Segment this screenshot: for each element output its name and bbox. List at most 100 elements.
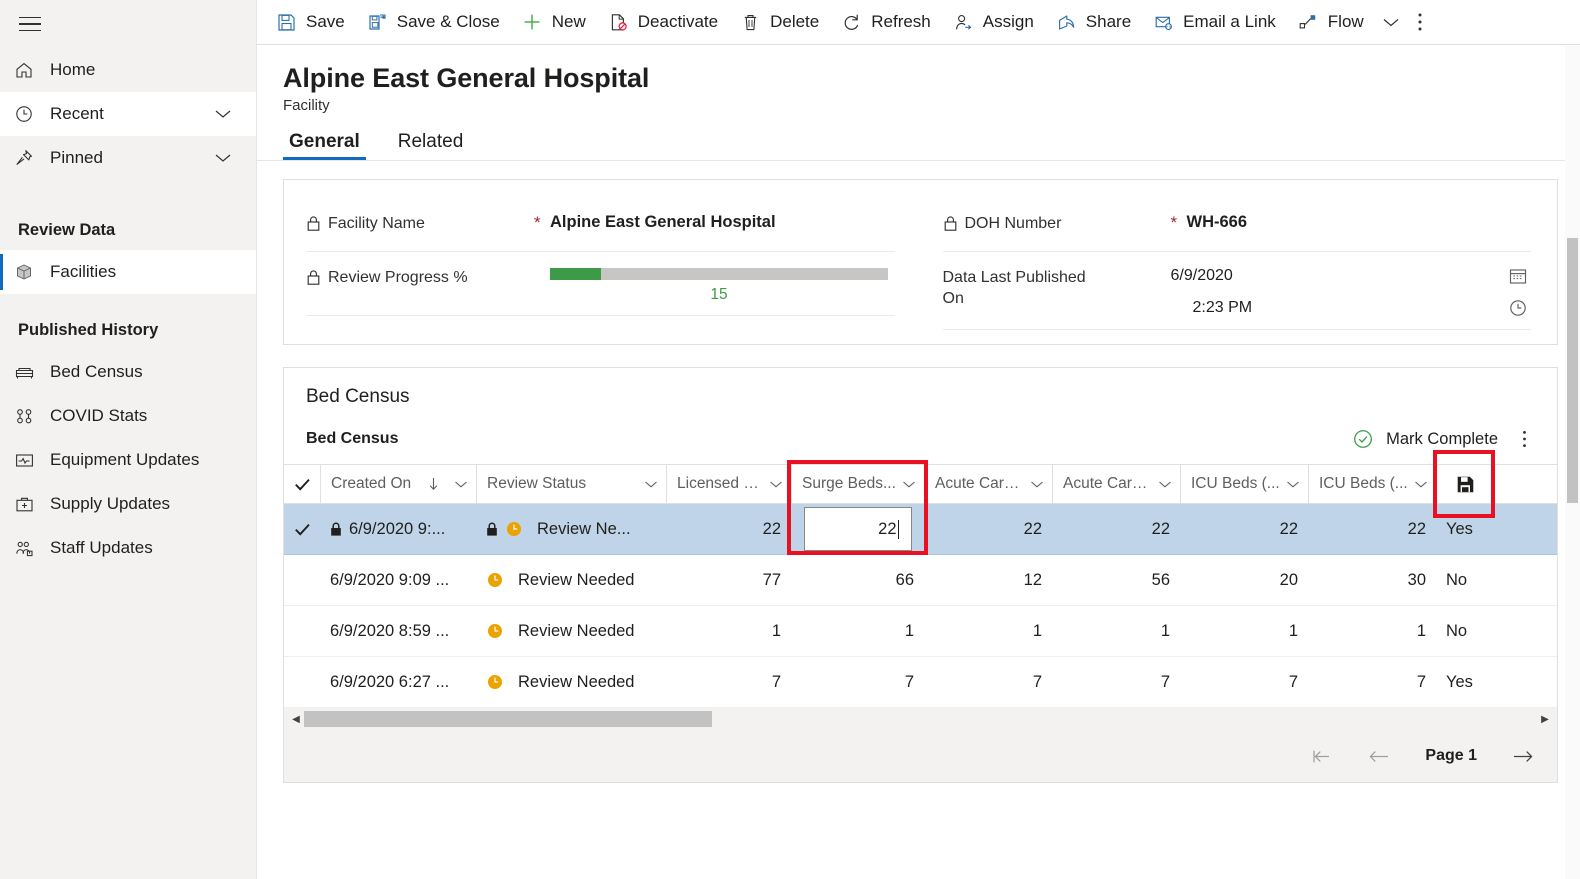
column-header-icu-beds-2[interactable]: ICU Beds (...	[1308, 464, 1436, 504]
doh-number-value[interactable]: WH-666	[1187, 208, 1532, 232]
chevron-down-icon[interactable]	[454, 480, 468, 489]
cell-licensed-beds[interactable]: 22	[666, 520, 791, 539]
command-bar-more-vertical-icon[interactable]	[1407, 0, 1439, 44]
facility-name-value[interactable]: Alpine East General Hospital	[550, 208, 895, 232]
published-date-value[interactable]: 6/9/2020	[1171, 267, 1506, 285]
cell-trailing[interactable]: No	[1436, 622, 1492, 641]
first-page-icon[interactable]	[1309, 748, 1333, 765]
cell-acute-care-1[interactable]: 1	[924, 622, 1052, 641]
cell-review-status[interactable]: Review Needed	[476, 571, 666, 590]
cell-surge-beds[interactable]: 66	[791, 571, 924, 590]
new-button[interactable]: New	[511, 0, 597, 44]
sidebar-item-recent[interactable]: Recent	[0, 92, 256, 136]
tab-related[interactable]: Related	[392, 131, 470, 160]
chevron-down-icon[interactable]	[1030, 480, 1044, 489]
cell-acute-care-2[interactable]: 22	[1052, 520, 1180, 539]
cell-created-on[interactable]: 6/9/2020 8:59 ...	[320, 622, 476, 641]
published-time-value[interactable]: 2:23 PM	[1171, 299, 1506, 317]
select-all-checkbox[interactable]	[284, 477, 320, 492]
chevron-down-icon[interactable]	[214, 108, 232, 120]
sidebar-item-covid-stats[interactable]: COVID Stats	[0, 394, 256, 438]
cell-icu-beds-1[interactable]: 7	[1180, 673, 1308, 692]
sidebar-item-home[interactable]: Home	[0, 48, 256, 92]
cell-acute-care-2[interactable]: 56	[1052, 571, 1180, 590]
sidebar-item-bed-census[interactable]: Bed Census	[0, 350, 256, 394]
vscroll-thumb[interactable]	[1567, 238, 1578, 503]
cell-acute-care-1[interactable]: 7	[924, 673, 1052, 692]
next-page-icon[interactable]	[1511, 748, 1535, 765]
page-vertical-scrollbar[interactable]	[1565, 46, 1580, 879]
cell-trailing[interactable]: No	[1436, 571, 1492, 590]
chevron-down-icon[interactable]	[1414, 480, 1428, 489]
table-row[interactable]: 6/9/2020 9:09 ... Review Needed 77 66 12…	[284, 555, 1557, 606]
cell-licensed-beds[interactable]: 7	[666, 673, 791, 692]
save-and-close-button[interactable]: Save & Close	[356, 0, 511, 44]
clock-icon[interactable]	[1505, 298, 1531, 318]
flow-button[interactable]: Flow	[1287, 0, 1375, 44]
cell-icu-beds-2[interactable]: 22	[1308, 520, 1436, 539]
chevron-down-icon[interactable]	[902, 480, 916, 489]
cell-icu-beds-1[interactable]: 20	[1180, 571, 1308, 590]
table-row[interactable]: 6/9/2020 6:27 ... Review Needed 7 7 7 7 …	[284, 657, 1557, 708]
cell-icu-beds-2[interactable]: 30	[1308, 571, 1436, 590]
email-a-link-button[interactable]: Email a Link	[1142, 0, 1287, 44]
flow-chevron-down-icon[interactable]	[1375, 0, 1407, 44]
cell-surge-beds-editor[interactable]: 22	[791, 507, 924, 551]
column-header-acute-care-2[interactable]: Acute Care ...	[1052, 464, 1180, 504]
cell-trailing[interactable]: Yes	[1436, 520, 1492, 539]
chevron-down-icon[interactable]	[1158, 480, 1172, 489]
site-map-menu-button[interactable]	[6, 0, 54, 48]
cell-icu-beds-1[interactable]: 22	[1180, 520, 1308, 539]
cell-icu-beds-2[interactable]: 7	[1308, 673, 1436, 692]
share-button[interactable]: Share	[1045, 0, 1142, 44]
cell-review-status[interactable]: Review Ne...	[476, 520, 666, 539]
cell-created-on[interactable]: 6/9/2020 9:09 ...	[320, 571, 476, 590]
cell-licensed-beds[interactable]: 1	[666, 622, 791, 641]
column-header-created-on[interactable]: Created On	[320, 464, 476, 504]
cell-surge-beds[interactable]: 7	[791, 673, 924, 692]
sidebar-item-pinned[interactable]: Pinned	[0, 136, 256, 180]
deactivate-button[interactable]: Deactivate	[597, 0, 729, 44]
assign-button[interactable]: Assign	[942, 0, 1045, 44]
refresh-button[interactable]: Refresh	[830, 0, 942, 44]
cell-created-on[interactable]: 6/9/2020 9:...	[320, 520, 476, 539]
save-button[interactable]: Save	[265, 0, 356, 44]
chevron-down-icon[interactable]	[214, 152, 232, 164]
cell-acute-care-2[interactable]: 1	[1052, 622, 1180, 641]
cell-licensed-beds[interactable]: 77	[666, 571, 791, 590]
column-header-acute-care-1[interactable]: Acute Care ...	[924, 464, 1052, 504]
cell-created-on[interactable]: 6/9/2020 6:27 ...	[320, 673, 476, 692]
sidebar-item-facilities[interactable]: Facilities	[0, 250, 256, 294]
calendar-icon[interactable]	[1505, 266, 1531, 286]
column-header-icu-beds-1[interactable]: ICU Beds (...	[1180, 464, 1308, 504]
delete-button[interactable]: Delete	[729, 0, 830, 44]
mark-complete-button[interactable]: Mark Complete	[1344, 424, 1506, 454]
surge-beds-input[interactable]: 22	[803, 507, 912, 551]
column-header-licensed-beds[interactable]: Licensed B...	[666, 464, 791, 504]
caret-left-icon[interactable]: ◀	[288, 714, 304, 725]
table-row[interactable]: 6/9/2020 9:... Review Ne... 22 22 22 22 …	[284, 504, 1557, 555]
cell-review-status[interactable]: Review Needed	[476, 622, 666, 641]
sidebar-item-staff-updates[interactable]: Staff Updates	[0, 526, 256, 570]
hscroll-thumb[interactable]	[304, 711, 712, 727]
cell-icu-beds-2[interactable]: 1	[1308, 622, 1436, 641]
column-header-review-status[interactable]: Review Status	[476, 464, 666, 504]
caret-right-icon[interactable]: ▶	[1533, 714, 1557, 725]
cell-surge-beds[interactable]: 1	[791, 622, 924, 641]
table-row[interactable]: 6/9/2020 8:59 ... Review Needed 1 1 1 1 …	[284, 606, 1557, 657]
grid-horizontal-scrollbar[interactable]: ◀ ▶	[284, 708, 1557, 730]
chevron-down-icon[interactable]	[1286, 480, 1300, 489]
hscroll-track[interactable]	[304, 711, 1533, 727]
column-header-surge-beds[interactable]: Surge Beds...	[791, 464, 924, 504]
chevron-down-icon[interactable]	[769, 480, 783, 489]
row-checkbox[interactable]	[284, 522, 320, 537]
sidebar-item-supply-updates[interactable]: Supply Updates	[0, 482, 256, 526]
sidebar-item-equipment-updates[interactable]: Equipment Updates	[0, 438, 256, 482]
cell-trailing[interactable]: Yes	[1436, 673, 1492, 692]
cell-acute-care-1[interactable]: 22	[924, 520, 1052, 539]
cell-review-status[interactable]: Review Needed	[476, 673, 666, 692]
subgrid-more-vertical-icon[interactable]	[1510, 427, 1539, 451]
tab-general[interactable]: General	[283, 131, 366, 160]
prev-page-icon[interactable]	[1367, 748, 1391, 765]
grid-save-button[interactable]	[1436, 464, 1492, 504]
